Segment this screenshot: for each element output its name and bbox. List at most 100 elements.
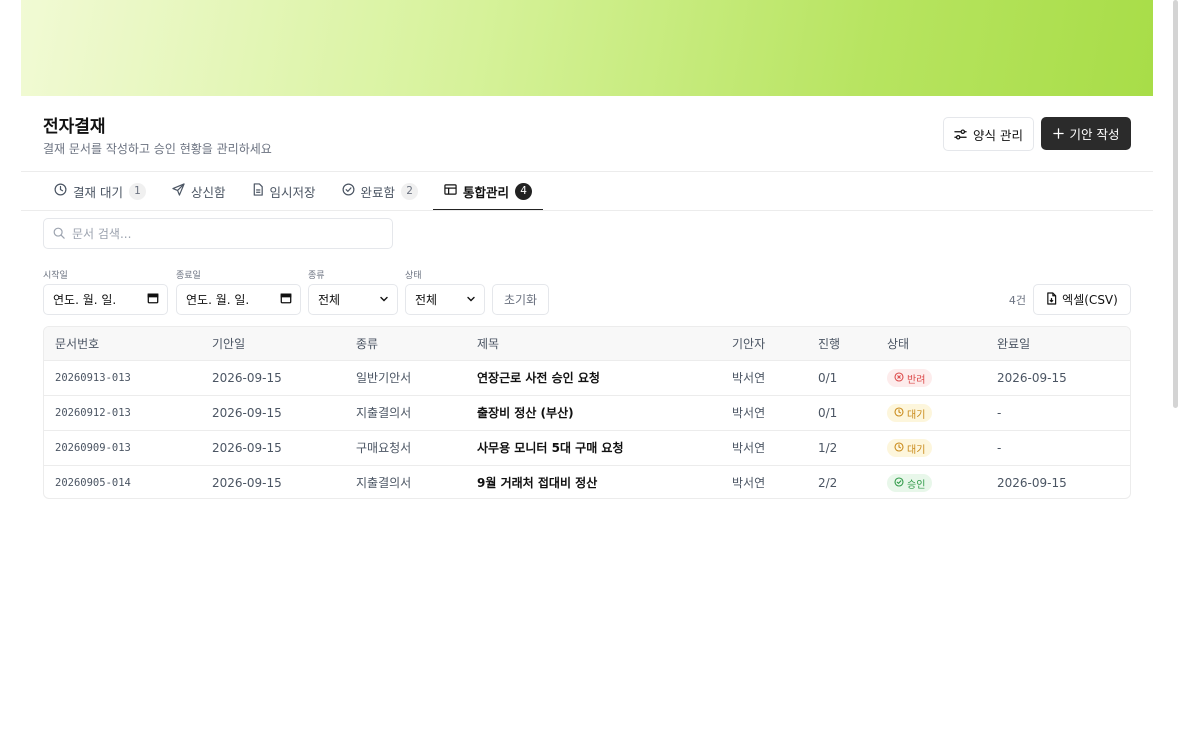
column-header[interactable]: 제목 (477, 327, 499, 361)
clock-icon (54, 183, 67, 199)
doc-number: 20260913-013 (55, 372, 131, 384)
column-header[interactable]: 문서번호 (55, 327, 99, 361)
column-header[interactable]: 종류 (356, 327, 378, 361)
status-badge: 대기 (887, 404, 933, 422)
table-row[interactable]: 20260912-013 2026-09-15 지출결의서 출장비 정산 (부산… (44, 396, 1130, 431)
status-filter: 상태 전체 (405, 268, 485, 315)
status-value: 전체 (415, 293, 438, 307)
page-scrollbar[interactable] (1173, 0, 1178, 408)
search-input[interactable] (72, 226, 372, 241)
chevron-down-icon (379, 293, 389, 307)
column-header[interactable]: 기안일 (212, 327, 245, 361)
tab-count-badge: 4 (515, 182, 533, 200)
reset-button[interactable]: 초기화 (492, 284, 549, 315)
table-row[interactable]: 20260913-013 2026-09-15 일반기안서 연장근로 사전 승인… (44, 361, 1130, 396)
end-date-value: 연도. 월. 일. (186, 293, 250, 307)
completed-date: 2026-09-15 (997, 476, 1067, 490)
tab-completed[interactable]: 완료함 2 (331, 172, 430, 210)
doc-type: 구매요청서 (356, 441, 412, 455)
column-header[interactable]: 기안자 (732, 327, 765, 361)
doc-title[interactable]: 9월 거래처 접대비 정산 (477, 466, 597, 498)
x-circle-icon (894, 371, 904, 385)
page-title: 전자결재 (43, 117, 106, 137)
doc-title[interactable]: 출장비 정산 (부산) (477, 396, 574, 430)
doc-number: 20260909-013 (55, 442, 131, 454)
tab-sent[interactable]: 상신함 (161, 172, 237, 210)
tab-label: 통합관리 (463, 184, 510, 200)
status-text: 대기 (907, 444, 926, 456)
drafter: 박서연 (732, 406, 766, 420)
doc-type: 지출결의서 (356, 406, 412, 420)
export-csv-button[interactable]: 엑셀(CSV) (1033, 284, 1131, 315)
table-row[interactable]: 20260905-014 2026-09-15 지출결의서 9월 거래처 접대비… (44, 466, 1130, 498)
plus-icon (1052, 128, 1064, 139)
doc-number: 20260905-014 (55, 477, 131, 489)
end-date-input[interactable]: 연도. 월. 일. (176, 284, 301, 315)
check-circle-icon (342, 183, 355, 199)
status-text: 승인 (907, 479, 926, 491)
doc-type: 일반기안서 (356, 371, 412, 385)
documents-table: 문서번호 기안일 종류 제목 기안자 진행 상태 완료일 20260913-01… (43, 326, 1131, 499)
clock-icon (894, 441, 904, 455)
column-header[interactable]: 진행 (818, 327, 840, 361)
draft-date: 2026-09-15 (212, 476, 282, 490)
doc-title[interactable]: 사무용 모니터 5대 구매 요청 (477, 431, 624, 465)
completed-date: - (997, 406, 1002, 420)
export-csv-label: 엑셀(CSV) (1062, 293, 1118, 307)
new-draft-label: 기안 작성 (1069, 127, 1120, 142)
start-date-value: 연도. 월. 일. (53, 293, 117, 307)
doc-title[interactable]: 연장근로 사전 승인 요청 (477, 361, 600, 395)
page-header: 전자결재 결재 문서를 작성하고 승인 현황을 관리하세요 양식 관리 기안 작… (43, 112, 1131, 162)
column-header[interactable]: 상태 (887, 327, 909, 361)
start-date-label: 시작일 (43, 271, 68, 281)
progress: 1/2 (818, 441, 838, 455)
search-icon (53, 224, 65, 243)
table-row[interactable]: 20260909-013 2026-09-15 구매요청서 사무용 모니터 5대… (44, 431, 1130, 466)
type-select[interactable]: 전체 (308, 284, 398, 315)
calendar-icon[interactable] (147, 292, 159, 307)
start-date-input[interactable]: 연도. 월. 일. (43, 284, 168, 315)
status-badge: 승인 (887, 474, 933, 492)
tab-label: 결재 대기 (73, 184, 123, 200)
tab-integrated-management[interactable]: 통합관리 4 (433, 172, 544, 211)
check-circle-icon (894, 476, 904, 490)
calendar-icon[interactable] (280, 292, 292, 307)
draft-date: 2026-09-15 (212, 371, 282, 385)
sliders-icon (954, 128, 967, 141)
new-draft-button[interactable]: 기안 작성 (1041, 117, 1131, 150)
send-icon (172, 183, 185, 199)
status-text: 반려 (907, 374, 926, 386)
result-count: 4건 (1008, 294, 1026, 307)
hero-banner (21, 0, 1153, 96)
clock-icon (894, 406, 904, 420)
column-header[interactable]: 완료일 (997, 327, 1030, 361)
file-export-icon (1046, 291, 1057, 308)
completed-date: - (997, 441, 1002, 455)
progress: 0/1 (818, 371, 838, 385)
tab-pending-approval[interactable]: 결재 대기 1 (43, 172, 157, 210)
tab-count-badge: 1 (128, 182, 146, 200)
tab-divider (21, 210, 1153, 211)
manage-forms-button[interactable]: 양식 관리 (943, 117, 1034, 151)
search-box (43, 218, 393, 249)
completed-date: 2026-09-15 (997, 371, 1067, 385)
status-select[interactable]: 전체 (405, 284, 485, 315)
tab-label: 임시저장 (269, 184, 316, 200)
end-date-filter: 종료일 연도. 월. 일. (176, 268, 301, 315)
tab-drafts[interactable]: 임시저장 (241, 172, 327, 210)
chevron-down-icon (466, 293, 476, 307)
doc-number: 20260912-013 (55, 407, 131, 419)
tab-count-badge: 2 (401, 182, 419, 200)
status-text: 대기 (907, 409, 926, 421)
progress: 0/1 (818, 406, 838, 420)
end-date-label: 종료일 (176, 271, 201, 281)
file-icon (252, 183, 264, 199)
type-label: 종류 (308, 271, 325, 281)
status-badge: 대기 (887, 439, 933, 457)
tab-label: 상신함 (190, 184, 226, 200)
start-date-filter: 시작일 연도. 월. 일. (43, 268, 168, 315)
tab-bar: 결재 대기 1 상신함 임시저장 완료함 2 통합관리 4 (43, 172, 547, 211)
doc-type: 지출결의서 (356, 476, 412, 490)
progress: 2/2 (818, 476, 838, 490)
status-label: 상태 (405, 271, 422, 281)
